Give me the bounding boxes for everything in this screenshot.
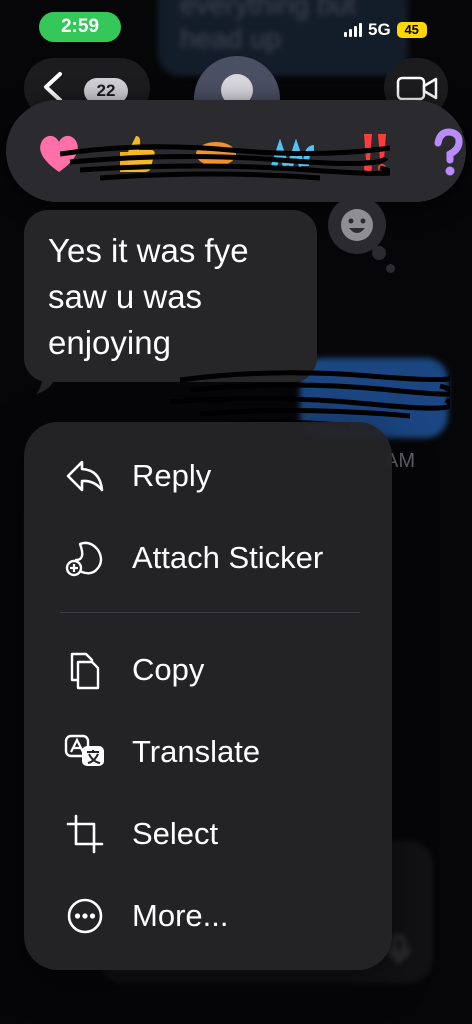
menu-item-translate[interactable]: Translate [24,720,392,784]
reply-icon [66,460,104,492]
menu-item-label: More... [132,898,229,933]
bubble-tail-dot-small [386,264,395,273]
menu-item-label: Reply [132,458,212,493]
status-time: 2:59 [39,12,121,42]
signal-icon [344,23,362,37]
question-reaction[interactable] [422,128,472,178]
menu-item-select[interactable]: Select [24,802,392,866]
battery-icon: 45 [396,22,427,38]
menu-item-label: Copy [132,652,205,687]
copy-icon [70,652,100,690]
menu-item-label: Attach Sticker [132,540,324,575]
redaction-scribble [60,144,390,181]
chevron-left-icon [44,72,62,102]
menu-item-copy[interactable]: Copy [24,638,392,702]
menu-item-reply[interactable]: Reply [24,444,392,508]
menu-item-attach-sticker[interactable]: Attach Sticker [24,526,392,590]
menu-divider [60,612,360,613]
message-context-menu: Reply Attach Sticker Copy Translate Sele… [24,422,392,970]
more-icon [67,898,103,934]
status-indicators: 5G 45 [344,18,427,42]
selected-message-text: Yes it was fye saw u was enjoying [48,232,249,361]
network-type: 5G [368,20,391,39]
sticker-icon [65,541,103,577]
menu-item-label: Translate [132,734,261,769]
translate-icon [64,734,104,766]
background-message-text: everything but head up [180,0,356,54]
menu-item-more[interactable]: More... [24,884,392,948]
menu-item-label: Select [132,816,219,851]
bubble-tail-dot [372,246,386,260]
crop-icon [66,814,104,854]
